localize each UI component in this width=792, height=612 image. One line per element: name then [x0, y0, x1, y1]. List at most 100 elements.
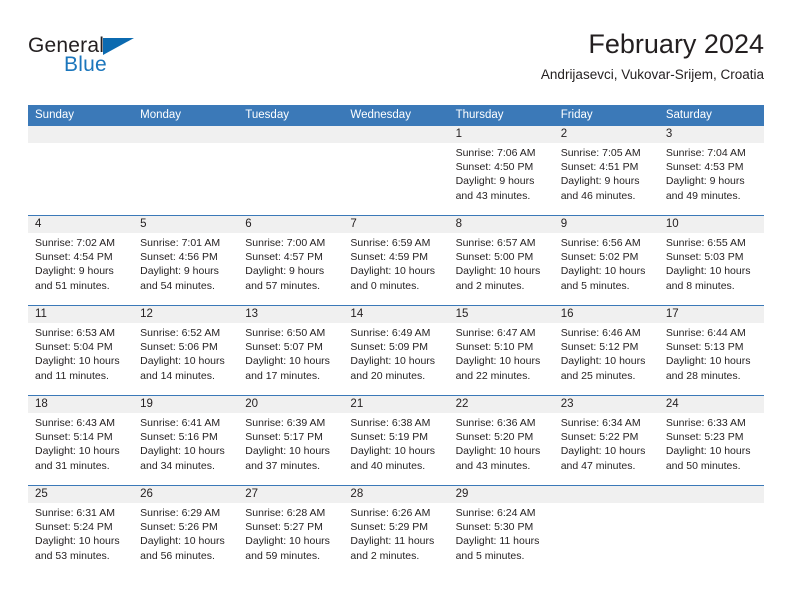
daylight-text-line2: and 37 minutes. — [245, 459, 320, 472]
daylight-text-line2: and 43 minutes. — [455, 189, 531, 202]
daylight-text-line2: and 46 minutes. — [560, 189, 636, 202]
day-cell-empty — [238, 143, 343, 215]
page-title: February 2024 — [588, 29, 764, 59]
sunrise-text: Sunrise: 7:00 AM — [245, 237, 326, 249]
daylight-text-line2: and 0 minutes. — [350, 279, 420, 292]
day-number[interactable]: 6 — [238, 216, 343, 233]
daylight-text-line2: and 25 minutes. — [560, 369, 636, 382]
day-cell-details: Sunrise: 6:50 AM Sunset: 5:07 PM Daylight:… — [238, 323, 343, 395]
day-number[interactable]: 18 — [28, 396, 133, 413]
day-cell-empty — [343, 143, 448, 215]
day-cell-details: Sunrise: 6:36 AM Sunset: 5:20 PM Daylight:… — [449, 413, 554, 485]
sunset-text: Sunset: 5:23 PM — [665, 431, 744, 444]
daylight-text-line1: Daylight: 10 hours — [245, 535, 330, 548]
daylight-text-line2: and 5 minutes. — [560, 279, 630, 292]
day-number[interactable]: 2 — [554, 126, 659, 143]
sunrise-text: Sunrise: 6:24 AM — [455, 507, 536, 519]
week-detail-band: Sunrise: 6:31 AM Sunset: 5:24 PM Daylight:… — [28, 503, 764, 575]
day-cell-details: Sunrise: 7:00 AM Sunset: 4:57 PM Daylight:… — [238, 233, 343, 305]
week-detail-band: Sunrise: 6:43 AM Sunset: 5:14 PM Daylight:… — [28, 413, 764, 485]
day-cell-empty — [659, 503, 764, 575]
weekday-header-thursday: Thursday — [455, 109, 504, 121]
calendar-week-row: 1 2 3 Sunrise: 7:06 AM Sunset: 4:50 PM Daylig… — [28, 126, 764, 215]
daylight-text-line2: and 54 minutes. — [140, 279, 215, 292]
page-header: General Blue February 2024 Andrijasevci,… — [28, 28, 764, 90]
week-daynumber-band: 123 — [28, 126, 764, 143]
day-number[interactable]: 17 — [659, 306, 764, 323]
day-cell-details: Sunrise: 6:43 AM Sunset: 5:14 PM Daylight:… — [28, 413, 133, 485]
day-number[interactable]: 11 — [28, 306, 133, 323]
day-cell-empty — [554, 503, 659, 575]
day-number[interactable]: 26 — [133, 486, 238, 503]
daylight-text-line1: Daylight: 10 hours — [560, 355, 646, 368]
day-cell-details: Sunrise: 6:41 AM Sunset: 5:16 PM Daylight:… — [133, 413, 238, 485]
day-number[interactable]: 5 — [133, 216, 238, 233]
day-cell-details: Sunrise: 7:05 AM Sunset: 4:51 PM Daylight:… — [554, 143, 659, 215]
daylight-text-line1: Daylight: 10 hours — [350, 355, 436, 368]
sunrise-text: Sunrise: 6:28 AM — [245, 507, 326, 519]
day-number[interactable]: 16 — [554, 306, 659, 323]
day-number[interactable]: 27 — [238, 486, 343, 503]
day-number[interactable]: 28 — [343, 486, 448, 503]
daylight-text-line1: Daylight: 10 hours — [665, 355, 751, 368]
sunrise-text: Sunrise: 6:31 AM — [35, 507, 115, 519]
day-number[interactable]: 24 — [659, 396, 764, 413]
day-number[interactable]: 13 — [238, 306, 343, 323]
day-number[interactable]: 20 — [238, 396, 343, 413]
day-number[interactable]: 3 — [659, 126, 764, 143]
daylight-text-line2: and 34 minutes. — [140, 459, 215, 472]
day-cell-empty — [28, 143, 133, 215]
sunrise-text: Sunrise: 6:53 AM — [35, 327, 115, 339]
daylight-text-line1: Daylight: 10 hours — [665, 445, 751, 458]
day-number[interactable]: 4 — [28, 216, 133, 233]
day-number[interactable]: 9 — [554, 216, 659, 233]
week-daynumber-band: 11 12 13 14 15 16 17 — [28, 306, 764, 323]
day-number[interactable]: 7 — [343, 216, 448, 233]
general-blue-logo[interactable]: General Blue — [28, 34, 228, 86]
weekday-header-saturday: Saturday — [665, 109, 712, 121]
calendar-week-row: 4 5 6 7 8 9 10 Sunrise: 7:02 AM Sunset: 4:54 PM D… — [28, 215, 764, 305]
day-number[interactable]: 22 — [449, 396, 554, 413]
sunrise-text: Sunrise: 6:26 AM — [350, 507, 431, 519]
day-cell-details: Sunrise: 6:55 AM Sunset: 5:03 PM Daylight:… — [659, 233, 764, 305]
daylight-text-line1: Daylight: 10 hours — [455, 445, 541, 458]
day-cell-details: Sunrise: 7:04 AM Sunset: 4:53 PM Daylight:… — [659, 143, 764, 215]
daylight-text-line1: Daylight: 10 hours — [140, 535, 225, 548]
day-cell-details: Sunrise: 6:26 AM Sunset: 5:29 PM Daylight:… — [343, 503, 448, 575]
sunset-text: Sunset: 5:02 PM — [560, 251, 639, 264]
sunset-text: Sunset: 5:10 PM — [455, 341, 534, 354]
sunrise-text: Sunrise: 6:38 AM — [350, 417, 431, 429]
sunrise-text: Sunrise: 6:33 AM — [665, 417, 746, 429]
day-number[interactable]: 1 — [449, 126, 554, 143]
sunset-text: Sunset: 5:14 PM — [35, 431, 113, 444]
daylight-text-line2: and 8 minutes. — [665, 279, 735, 292]
sunrise-text: Sunrise: 7:05 AM — [560, 147, 641, 159]
daylight-text-line2: and 59 minutes. — [245, 549, 320, 562]
daylight-text-line2: and 22 minutes. — [455, 369, 531, 382]
sunrise-text: Sunrise: 6:55 AM — [665, 237, 746, 249]
sunset-text: Sunset: 5:29 PM — [350, 521, 429, 534]
day-number[interactable]: 21 — [343, 396, 448, 413]
sunset-text: Sunset: 5:27 PM — [245, 521, 323, 534]
daylight-text-line1: Daylight: 10 hours — [245, 355, 330, 368]
day-number[interactable]: 19 — [133, 396, 238, 413]
weekday-header-friday: Friday — [560, 109, 593, 121]
sunrise-text: Sunrise: 6:34 AM — [560, 417, 641, 429]
sunset-text: Sunset: 5:19 PM — [350, 431, 429, 444]
day-number[interactable]: 10 — [659, 216, 764, 233]
day-number[interactable]: 14 — [343, 306, 448, 323]
sunrise-text: Sunrise: 6:46 AM — [560, 327, 641, 339]
day-number[interactable]: 23 — [554, 396, 659, 413]
day-cell-details: Sunrise: 6:34 AM Sunset: 5:22 PM Daylight:… — [554, 413, 659, 485]
day-cell-details: Sunrise: 6:47 AM Sunset: 5:10 PM Daylight:… — [449, 323, 554, 395]
day-number[interactable]: 15 — [449, 306, 554, 323]
day-number[interactable]: 12 — [133, 306, 238, 323]
sunrise-text: Sunrise: 6:49 AM — [350, 327, 431, 339]
day-number[interactable]: 25 — [28, 486, 133, 503]
day-cell-details: Sunrise: 6:33 AM Sunset: 5:23 PM Daylight:… — [659, 413, 764, 485]
day-number[interactable]: 29 — [449, 486, 554, 503]
day-number[interactable]: 8 — [449, 216, 554, 233]
daylight-text-line1: Daylight: 10 hours — [350, 265, 436, 278]
daylight-text-line1: Daylight: 10 hours — [35, 535, 120, 548]
sunset-text: Sunset: 4:59 PM — [350, 251, 429, 264]
